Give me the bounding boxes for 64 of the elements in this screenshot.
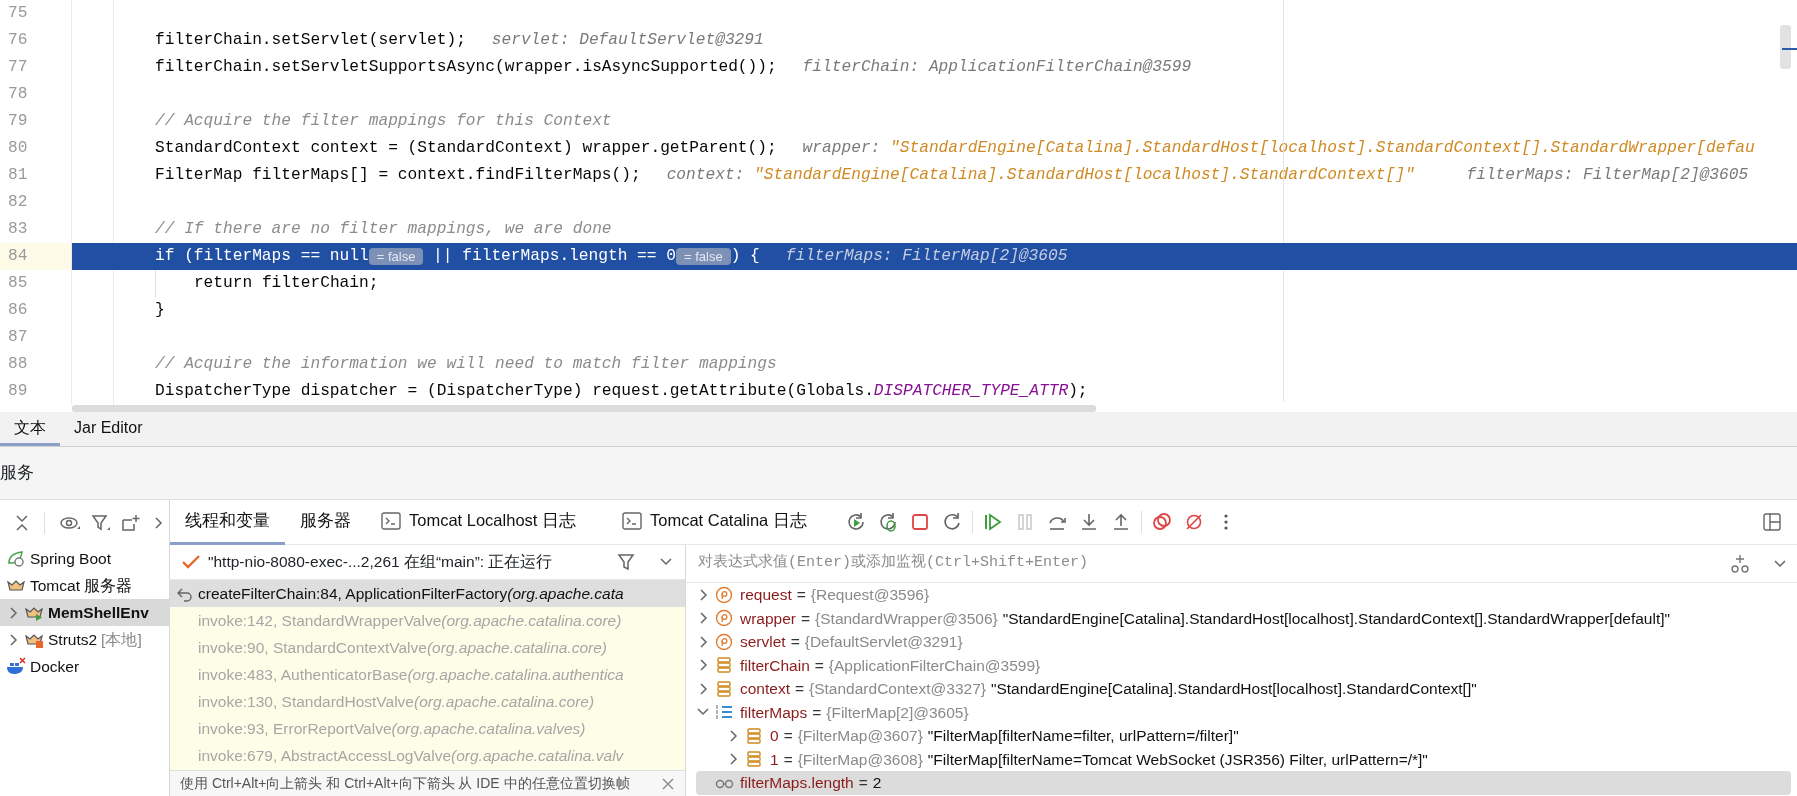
line-number: 89	[0, 378, 72, 405]
line-number: 86	[0, 297, 72, 324]
variable-row[interactable]: filterMaps = {FilterMap[2]@3605}	[696, 700, 1791, 724]
value-badge: = false	[368, 248, 424, 265]
line-number: 79	[0, 108, 72, 135]
variable-row[interactable]: servlet = {DefaultServlet@3291}	[696, 630, 1791, 654]
item-label: Struts2	[48, 629, 98, 650]
code-text: ) {	[730, 246, 760, 268]
line-number: 84	[0, 243, 72, 270]
string-value: "StandardEngine[Catalina].StandardHost[localhost].StandardContext[].StandardWrapper[defau	[890, 138, 1755, 160]
thread-selector[interactable]: "http-nio-8080-exec-...2,261 在组“main”: 正在运行	[208, 550, 553, 574]
item-note: [本地]	[101, 629, 142, 650]
code-text: if (filterMaps == null	[155, 246, 369, 268]
inline-hint: context:	[666, 165, 745, 187]
tree-item[interactable]: Spring Boot	[0, 545, 169, 572]
tree-item[interactable]: MemShellEnv	[0, 599, 169, 626]
debug-tab[interactable]: 线程和变量	[170, 499, 285, 545]
inline-hint: servlet: DefaultServlet@3291	[491, 30, 764, 52]
tree-item[interactable]: Tomcat 服务器	[0, 572, 169, 599]
tree-item[interactable]: Docker	[0, 653, 169, 680]
line-number: 75	[0, 0, 72, 27]
code-comment: // Acquire the information we will need to match filter mappings	[155, 354, 777, 376]
line-number: 77	[0, 54, 72, 81]
variable-row[interactable]: 0 = {FilterMap@3607} "FilterMap[filterName=filter, urlPattern=/filter]"	[696, 724, 1791, 748]
variable-row[interactable]: filterChain = {ApplicationFilterChain@3599}	[696, 653, 1791, 677]
code-text: return filterChain;	[193, 273, 379, 295]
code-text: || filterMaps.length == 0	[432, 246, 676, 268]
inline-hint: filterChain: ApplicationFilterChain@3599	[802, 57, 1192, 79]
evaluate-field[interactable]: 对表达式求值(Enter)或添加监视(Ctrl+Shift+Enter)	[696, 551, 1719, 576]
inline-hint: filterMaps: FilterMap[2]@3605	[1466, 165, 1749, 187]
code-text: filterChain.setServletSupportsAsync(wrapper.isAsyncSupported());	[155, 57, 777, 79]
variable-row[interactable]: 1 = {FilterMap@3608} "FilterMap[filterName=Tomcat WebSocket (JSR356) Filter, urlPattern=/*]"	[696, 747, 1791, 771]
variable-row[interactable]: request = {Request@3596}	[696, 583, 1791, 607]
value-badge: = false	[675, 248, 731, 265]
line-number: 81	[0, 162, 72, 189]
inline-hint: filterMaps: FilterMap[2]@3605	[785, 246, 1068, 268]
debug-tab[interactable]: Tomcat Localhost 日志	[366, 499, 591, 545]
code-text: StandardContext context = (StandardContext) wrapper.getParent();	[155, 138, 777, 160]
code-text: FilterMap filterMaps[] = context.findFilterMaps();	[155, 165, 641, 187]
debug-tab[interactable]: Tomcat Catalina 日志	[607, 499, 822, 545]
code-text: filterChain.setServlet(servlet);	[155, 30, 466, 52]
debug-tab[interactable]: 服务器	[285, 499, 366, 545]
line-number: 87	[0, 324, 72, 351]
string-value: "StandardEngine[Catalina].StandardHost[localhost].StandardContext[]"	[754, 165, 1415, 187]
line-number: 80	[0, 135, 72, 162]
hint-text: 使用 Ctrl+Alt+向上箭头 和 Ctrl+Alt+向下箭头 从 IDE 中的任意位置切换帧	[180, 774, 630, 793]
constant-name: DISPATCHER_TYPE_ATTR	[873, 381, 1069, 403]
line-number: 85	[0, 270, 72, 297]
code-text: }	[155, 300, 165, 322]
line-number: 78	[0, 81, 72, 108]
stack-frame[interactable]: createFilterChain:84, ApplicationFilterFactory(org.apache.cata	[170, 580, 685, 608]
line-number: 76	[0, 27, 72, 54]
variable-row[interactable]: wrapper = {StandardWrapper@3506} "StandardEngine[Catalina].StandardHost[localhost].StandardContext[].StandardWrapper[default]"	[696, 606, 1791, 630]
line-number: 88	[0, 351, 72, 378]
code-text: DispatcherType dispatcher = (DispatcherType) request.getAttribute(Globals.	[155, 381, 874, 403]
editor-tab[interactable]: Jar Editor	[60, 412, 157, 446]
code-text: );	[1068, 381, 1088, 403]
inline-hint: wrapper:	[802, 138, 881, 160]
variable-row[interactable]: filterMaps.length = 2	[696, 771, 1791, 795]
panel-title: 服务	[0, 462, 34, 485]
variable-row[interactable]: context = {StandardContext@3327} "StandardEngine[Catalina].StandardHost[localhost].StandardContext[]"	[696, 677, 1791, 701]
code-comment: // If there are no filter mappings, we are done	[155, 219, 612, 241]
line-number: 82	[0, 189, 72, 216]
code-comment: // Acquire the filter mappings for this Context	[155, 111, 612, 133]
